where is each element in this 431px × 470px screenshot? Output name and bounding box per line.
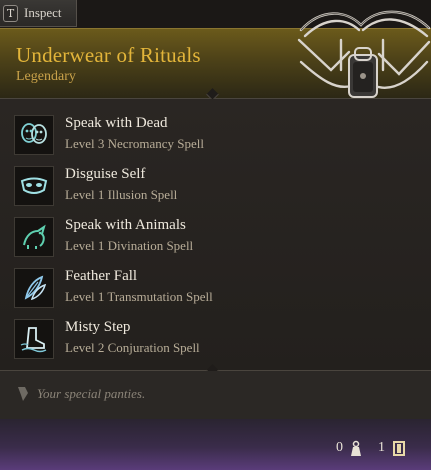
coin-icon: [393, 441, 405, 456]
inspect-key-hint: T: [3, 4, 18, 22]
spell-detail: Level 2 Conjuration Spell: [65, 340, 200, 355]
spell-row-disguise-self[interactable]: Disguise Self Level 1 Illusion Spell: [14, 162, 414, 210]
description-text: Your special panties.: [37, 386, 146, 401]
item-footer: 0 1: [0, 419, 431, 470]
spell-row-speak-with-animals[interactable]: Speak with Animals Level 1 Divination Sp…: [14, 213, 414, 261]
inspect-label: Inspect: [24, 5, 62, 20]
item-description: Your special panties.: [0, 371, 431, 419]
weight-value: 0: [336, 440, 343, 455]
spell-list: Speak with Dead Level 3 Necromancy Spell…: [0, 99, 431, 370]
price-value: 1: [378, 440, 385, 455]
spell-row-misty-step[interactable]: Misty Step Level 2 Conjuration Spell: [14, 315, 414, 363]
boot-icon: [14, 319, 54, 359]
spell-name: Feather Fall: [65, 268, 138, 284]
feather-icon: [14, 268, 54, 308]
mask-icon: [14, 166, 54, 206]
item-tooltip: T Inspect Underwear of Rituals Legendary: [0, 0, 431, 470]
masks-icon: [14, 115, 54, 155]
spell-detail: Level 1 Illusion Spell: [65, 187, 178, 202]
weight-icon: [351, 440, 361, 456]
spell-row-feather-fall[interactable]: Feather Fall Level 1 Transmutation Spell: [14, 264, 414, 312]
spell-detail: Level 1 Transmutation Spell: [65, 289, 213, 304]
spell-detail: Level 1 Divination Spell: [65, 238, 194, 253]
spell-detail: Level 3 Necromancy Spell: [65, 136, 204, 151]
inspect-button[interactable]: T Inspect: [0, 0, 77, 27]
spell-name: Misty Step: [65, 319, 131, 335]
item-name: Underwear of Rituals: [16, 43, 201, 67]
quill-icon: [18, 387, 28, 401]
spell-name: Speak with Animals: [65, 217, 186, 233]
spell-name: Disguise Self: [65, 166, 146, 182]
item-rarity: Legendary: [16, 69, 76, 84]
spell-row-speak-with-dead[interactable]: Speak with Dead Level 3 Necromancy Spell: [14, 111, 414, 159]
animal-icon: [14, 217, 54, 257]
spell-name: Speak with Dead: [65, 115, 168, 131]
